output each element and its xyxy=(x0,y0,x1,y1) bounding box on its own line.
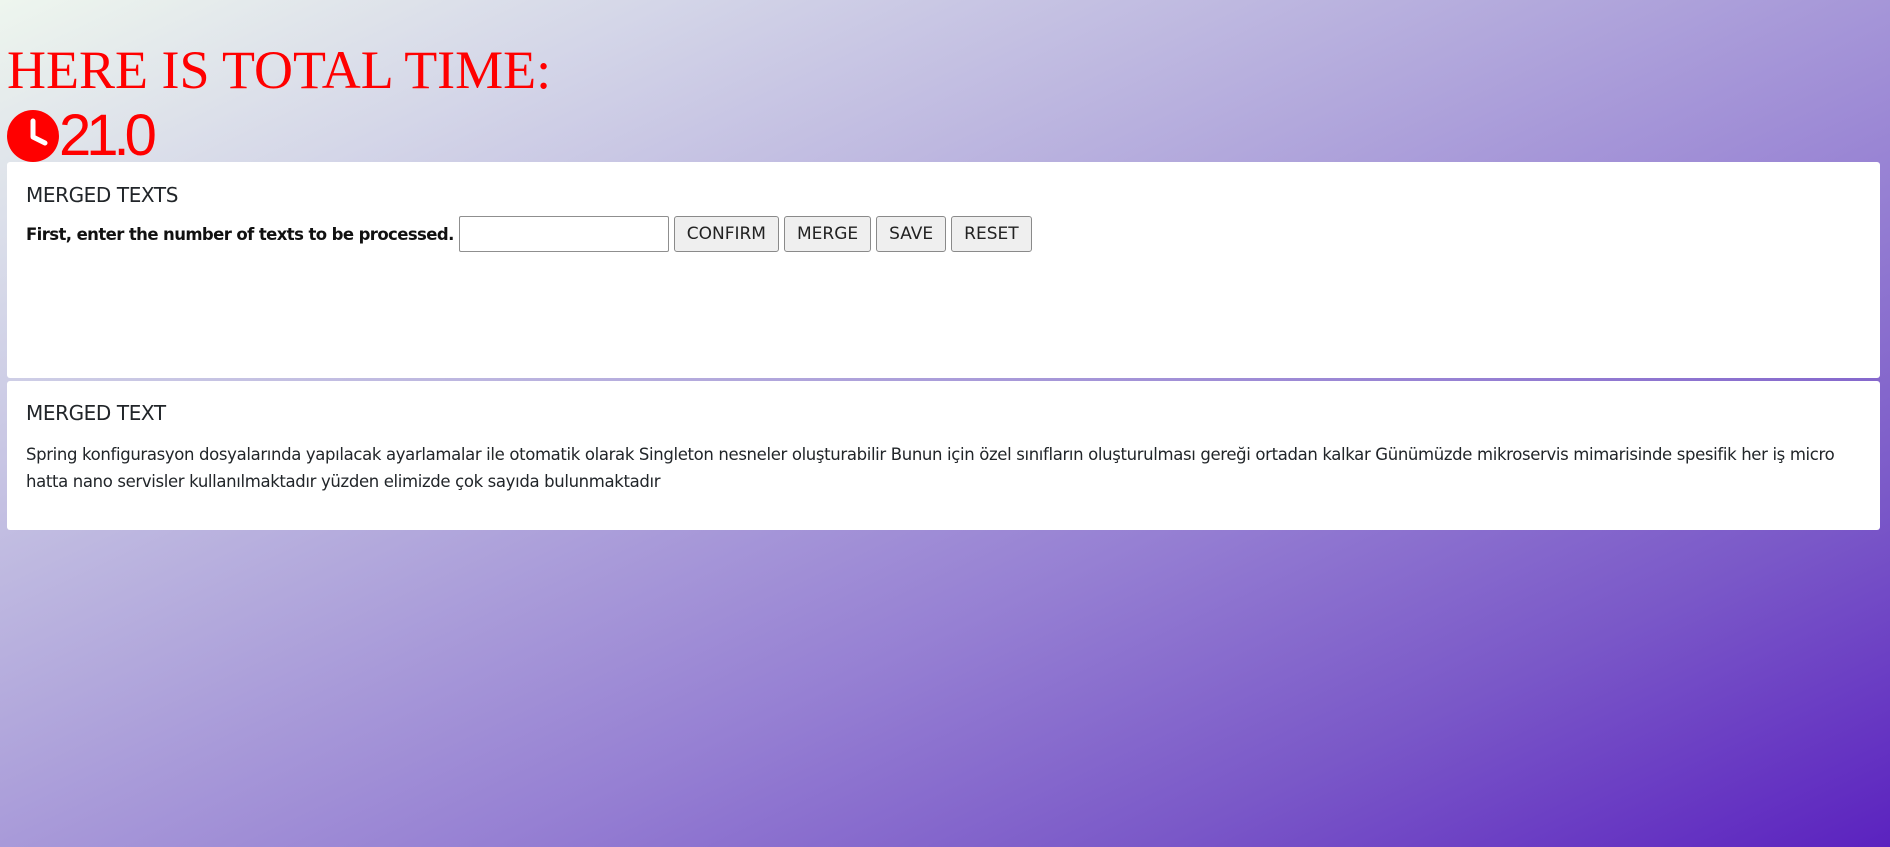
merged-text-title: MERGED TEXT xyxy=(26,401,166,425)
merged-text-card: MERGED TEXT Spring konfigurasyon dosyala… xyxy=(7,381,1880,530)
text-count-input[interactable] xyxy=(458,216,669,252)
total-time-heading: HERE IS TOTAL TIME: xyxy=(7,40,552,100)
total-time-value: 21.0 xyxy=(59,103,157,168)
merged-text-body: Spring konfigurasyon dosyalarında yapıla… xyxy=(26,445,1835,491)
confirm-button[interactable]: CONFIRM xyxy=(673,216,779,252)
text-count-label: First, enter the number of texts to be p… xyxy=(26,224,454,244)
merged-texts-title: MERGED TEXTS xyxy=(26,183,178,207)
save-button[interactable]: SAVE xyxy=(876,216,947,252)
clock-icon xyxy=(7,110,59,162)
merged-texts-card: MERGED TEXTS First, enter the number of … xyxy=(7,162,1880,378)
text-count-form: First, enter the number of texts to be p… xyxy=(26,216,1037,252)
timer-display: 21.0 xyxy=(7,103,157,168)
merge-button[interactable]: MERGE xyxy=(783,216,872,252)
reset-button[interactable]: RESET xyxy=(951,216,1032,252)
